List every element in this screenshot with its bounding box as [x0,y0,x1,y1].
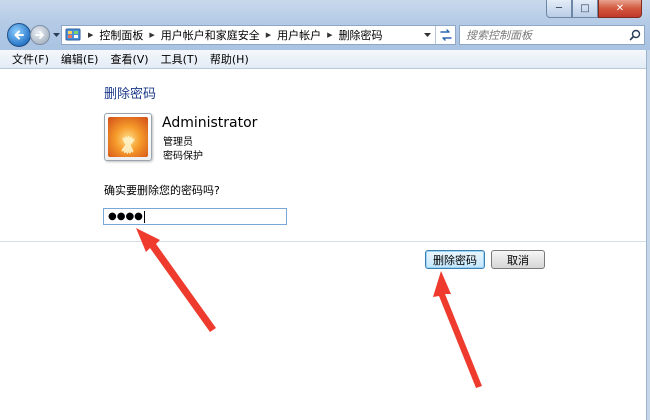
user-picture [104,113,152,161]
cancel-button[interactable]: 取消 [491,250,545,269]
refresh-icon [439,29,452,41]
page-title: 删除密码 [104,87,157,102]
content-area: 删除密码 Administrator 管理员 密码保护 确实要删除您的密码吗? [0,69,650,420]
user-role: 管理员 [163,137,193,148]
chevron-down-icon [52,32,60,37]
breadcrumb-separator-icon[interactable]: ▶ [143,31,160,39]
search-input[interactable] [460,26,626,44]
search-box[interactable] [459,25,645,45]
menu-edit[interactable]: 编辑(E) [55,51,105,67]
maximize-button[interactable]: □ [572,0,598,18]
breadcrumb-item[interactable]: ▶ 用户帐户和家庭安全 [143,26,259,44]
breadcrumb-item[interactable]: ▶ 用户帐户 [260,26,321,44]
menu-view[interactable]: 查看(V) [104,51,154,67]
breadcrumb-label[interactable]: 控制面板 [99,27,143,43]
menu-help[interactable]: 帮助(H) [204,51,255,67]
breadcrumb-separator-icon[interactable]: ▶ [260,31,277,39]
caption-buttons: ─ □ ✕ [546,0,642,18]
forward-button[interactable] [30,25,50,45]
flower-avatar-icon [108,117,148,157]
confirm-question: 确实要删除您的密码吗? [104,184,220,197]
forward-arrow-icon [35,31,44,39]
breadcrumb-item[interactable]: ▶ 控制面板 [82,26,143,44]
user-name: Administrator [162,115,258,131]
breadcrumb-item[interactable]: ▶ 删除密码 [321,26,382,44]
recent-pages-dropdown[interactable] [52,31,60,39]
close-button[interactable]: ✕ [598,0,642,18]
divider [0,241,650,242]
user-protection-status: 密码保护 [163,151,203,162]
delete-password-button[interactable]: 删除密码 [425,250,485,269]
address-dropdown-button[interactable] [419,26,435,44]
breadcrumb-label[interactable]: 用户帐户 [277,27,321,43]
breadcrumb-label[interactable]: 删除密码 [339,27,383,43]
menu-bar: 文件(F) 编辑(E) 查看(V) 工具(T) 帮助(H) [0,50,650,69]
password-mask: ●●●● [108,211,143,222]
address-bar[interactable]: ▶ 控制面板 ▶ 用户帐户和家庭安全 ▶ 用户帐户 ▶ 删除密码 [61,25,456,45]
breadcrumb: ▶ 控制面板 ▶ 用户帐户和家庭安全 ▶ 用户帐户 ▶ 删除密码 [82,26,419,44]
window-frame: ─ □ ✕ ▶ 控制面板 ▶ 用户帐户和家庭安全 ▶ 用户帐户 ▶ 删除密码 搜… [0,0,650,50]
chevron-down-icon [424,32,431,37]
back-arrow-icon [14,30,24,40]
breadcrumb-separator-icon[interactable]: ▶ [321,31,338,39]
breadcrumb-separator-icon[interactable]: ▶ [82,31,99,39]
back-button[interactable] [7,23,31,47]
search-icon[interactable] [626,26,644,44]
menu-tools[interactable]: 工具(T) [155,51,204,67]
refresh-button[interactable] [435,26,455,44]
minimize-button[interactable]: ─ [546,0,572,18]
window-border [646,50,650,420]
password-input[interactable]: ●●●● [103,208,287,225]
text-caret [143,210,145,223]
menu-file[interactable]: 文件(F) [6,51,55,67]
control-panel-icon [64,26,82,44]
breadcrumb-label[interactable]: 用户帐户和家庭安全 [161,27,260,43]
